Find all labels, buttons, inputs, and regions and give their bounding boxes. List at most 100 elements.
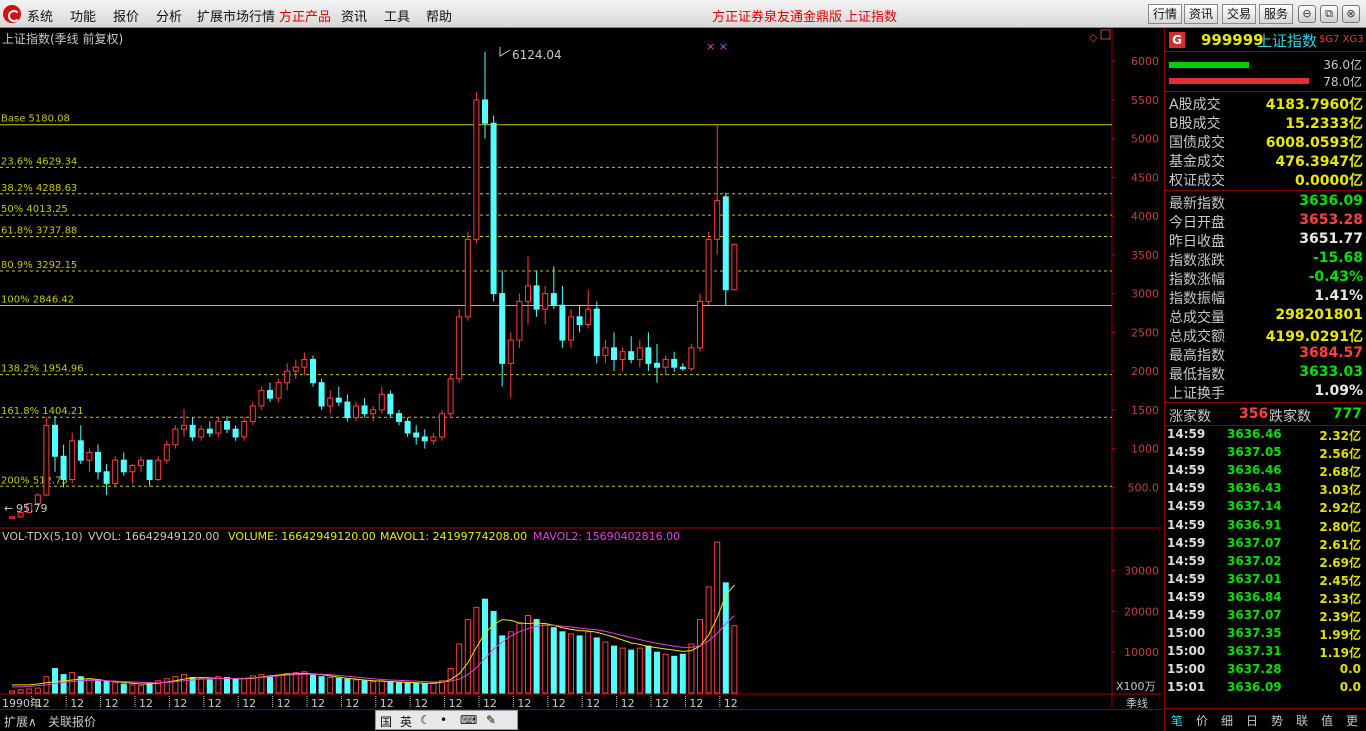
- diamond-icon[interactable]: ◇: [1089, 31, 1098, 44]
- restore-icon[interactable]: ⧉: [1320, 5, 1338, 23]
- candle-body[interactable]: [421, 436, 428, 442]
- candle-body[interactable]: [232, 428, 239, 438]
- menu-tools[interactable]: 工具: [384, 6, 410, 25]
- ime-moon-icon[interactable]: ☾: [420, 713, 431, 727]
- candle-body[interactable]: [636, 347, 643, 360]
- news-button[interactable]: 资讯: [1184, 4, 1219, 24]
- candle-body[interactable]: [568, 316, 574, 341]
- candle-body[interactable]: [714, 200, 721, 240]
- candle-body[interactable]: [146, 459, 153, 481]
- panel-tab[interactable]: 联: [1296, 712, 1308, 729]
- related-quote-tab[interactable]: 关联报价: [48, 713, 96, 730]
- candle-body[interactable]: [722, 196, 729, 291]
- candle-body[interactable]: [525, 285, 531, 302]
- candle-body[interactable]: [628, 351, 635, 360]
- candle-body[interactable]: [430, 436, 437, 442]
- candle-body[interactable]: [499, 293, 506, 364]
- candle-body[interactable]: [120, 459, 127, 473]
- candle-body[interactable]: [576, 316, 583, 326]
- candle-body[interactable]: [301, 358, 308, 368]
- menu-function[interactable]: 功能: [70, 6, 96, 25]
- menu-news[interactable]: 资讯: [341, 6, 367, 25]
- candle-body[interactable]: [155, 459, 162, 481]
- candle-body[interactable]: [95, 451, 101, 473]
- candle-body[interactable]: [585, 308, 592, 326]
- candle-body[interactable]: [189, 424, 196, 438]
- candle-body[interactable]: [482, 99, 488, 124]
- ime-english-icon[interactable]: 英: [400, 713, 412, 730]
- candle-body[interactable]: [112, 459, 119, 484]
- candle-body[interactable]: [284, 370, 291, 384]
- candle-body[interactable]: [533, 285, 540, 310]
- menu-analysis[interactable]: 分析: [156, 6, 182, 25]
- candle-body[interactable]: [181, 424, 187, 430]
- candle-body[interactable]: [9, 516, 15, 519]
- close-icon[interactable]: ⊗: [1342, 5, 1360, 23]
- candle-body[interactable]: [731, 243, 738, 291]
- candle-body[interactable]: [86, 451, 93, 461]
- candle-body[interactable]: [387, 393, 394, 415]
- candle-body[interactable]: [593, 308, 600, 357]
- candle-body[interactable]: [224, 420, 230, 430]
- candle-body[interactable]: [77, 440, 84, 461]
- candle-body[interactable]: [267, 389, 273, 399]
- candle-body[interactable]: [241, 420, 248, 438]
- candle-body[interactable]: [602, 347, 609, 357]
- promo-link[interactable]: 方正证券泉友通金鼎版: [712, 6, 842, 25]
- panel-tab[interactable]: 更: [1346, 712, 1358, 729]
- candle-body[interactable]: [456, 316, 463, 380]
- candle-body[interactable]: [69, 440, 76, 481]
- menu-quote[interactable]: 报价: [113, 6, 139, 25]
- candle-body[interactable]: [292, 366, 299, 372]
- panel-tab[interactable]: 笔: [1171, 712, 1183, 729]
- candle-body[interactable]: [464, 238, 471, 318]
- menu-founder-products[interactable]: 方正产品: [279, 6, 331, 25]
- candle-body[interactable]: [275, 382, 282, 399]
- panel-tab[interactable]: 势: [1271, 712, 1283, 729]
- minimize-icon[interactable]: ⊖: [1298, 5, 1316, 23]
- candle-body[interactable]: [344, 401, 351, 419]
- candle-body[interactable]: [129, 465, 136, 473]
- candle-body[interactable]: [705, 238, 712, 302]
- candle-body[interactable]: [60, 455, 67, 481]
- ime-chinese-icon[interactable]: 国: [380, 713, 392, 730]
- candle-body[interactable]: [258, 389, 265, 407]
- candle-body[interactable]: [318, 382, 325, 407]
- panel-tab[interactable]: 细: [1221, 712, 1233, 729]
- candle-body[interactable]: [353, 405, 359, 419]
- period-label[interactable]: 季线: [1126, 696, 1148, 709]
- candle-body[interactable]: [138, 459, 144, 467]
- candle-body[interactable]: [697, 300, 703, 349]
- candle-body[interactable]: [327, 397, 334, 407]
- candle-body[interactable]: [43, 424, 50, 496]
- candle-body[interactable]: [439, 413, 445, 438]
- candle-body[interactable]: [507, 339, 514, 364]
- candle-body[interactable]: [447, 378, 454, 415]
- candle-body[interactable]: [404, 420, 411, 434]
- extend-tab[interactable]: 扩展∧: [4, 713, 37, 730]
- candle-body[interactable]: [413, 432, 420, 438]
- candle-body[interactable]: [172, 428, 179, 446]
- menu-help[interactable]: 帮助: [426, 6, 452, 25]
- candle-body[interactable]: [163, 444, 170, 461]
- candle-body[interactable]: [679, 366, 686, 370]
- candle-body[interactable]: [335, 397, 342, 403]
- candle-body[interactable]: [559, 304, 566, 341]
- promo-index[interactable]: 上证指数: [845, 6, 897, 25]
- candle-body[interactable]: [310, 358, 316, 384]
- candle-body[interactable]: [198, 428, 205, 438]
- candle-body[interactable]: [619, 351, 626, 360]
- candle-body[interactable]: [378, 393, 385, 411]
- menu-system[interactable]: 系统: [27, 6, 53, 25]
- candle-body[interactable]: [206, 428, 213, 434]
- candle-body[interactable]: [645, 347, 652, 364]
- service-button[interactable]: 服务: [1259, 4, 1294, 24]
- panel-tab[interactable]: 日: [1246, 712, 1258, 729]
- candle-body[interactable]: [671, 358, 678, 368]
- ime-dot-icon[interactable]: •: [440, 713, 447, 727]
- vol-indicator-name[interactable]: VOL-TDX(5,10): [2, 530, 83, 543]
- candle-body[interactable]: [103, 471, 110, 484]
- kline-chart[interactable]: Base 5180.08 23.6% 4629.34 38.2% 4288.63 50…: [0, 28, 1162, 709]
- candle-body[interactable]: [370, 409, 377, 415]
- quote-button[interactable]: 行情: [1148, 4, 1183, 24]
